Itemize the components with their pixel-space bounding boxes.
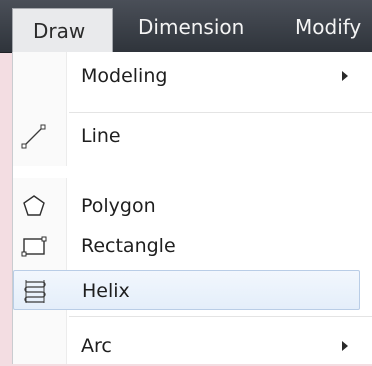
menu-bar: Draw Dimension Modify — [0, 0, 372, 53]
menu-item-label: Line — [81, 125, 121, 147]
rectangle-icon — [19, 232, 49, 260]
submenu-arrow-icon — [342, 341, 348, 351]
menu-item-label: Arc — [81, 335, 112, 357]
menu-modify[interactable]: Modify — [295, 12, 361, 42]
menu-draw[interactable]: Draw — [12, 8, 113, 52]
submenu-arrow-icon — [342, 71, 348, 81]
draw-dropdown-menu: Modeling Line Polygon Rectangle Helix Ar… — [12, 52, 372, 364]
menu-item-label: Helix — [82, 280, 130, 302]
separator — [69, 112, 372, 113]
menu-item-label: Rectangle — [81, 235, 176, 257]
menu-item-label: Modeling — [81, 65, 168, 87]
menu-dimension[interactable]: Dimension — [138, 12, 244, 42]
menu-item-arc[interactable]: Arc — [13, 326, 360, 366]
polygon-icon — [19, 192, 49, 220]
menu-item-helix[interactable]: Helix — [13, 270, 360, 310]
menu-item-line[interactable]: Line — [13, 116, 360, 156]
separator — [69, 316, 372, 317]
menu-item-label: Polygon — [81, 195, 156, 217]
helix-icon — [20, 277, 50, 305]
line-icon — [19, 122, 49, 150]
menu-item-rectangle[interactable]: Rectangle — [13, 226, 360, 266]
menu-item-modeling[interactable]: Modeling — [13, 56, 360, 96]
menu-item-polygon[interactable]: Polygon — [13, 186, 360, 226]
group-separator — [13, 166, 372, 178]
